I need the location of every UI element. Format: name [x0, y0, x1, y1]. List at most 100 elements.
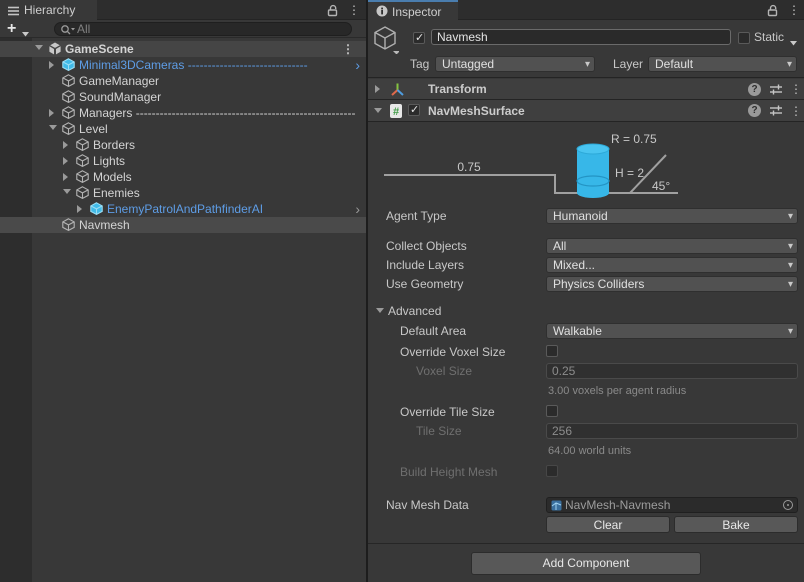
- hierarchy-row-soundmanager[interactable]: SoundManager: [0, 89, 366, 105]
- transform-help-icon[interactable]: ?: [748, 83, 761, 96]
- search-placeholder: All: [77, 22, 91, 36]
- override-tile-label: Override Tile Size: [400, 405, 495, 419]
- advanced-label: Advanced: [388, 304, 442, 318]
- row-label: Level: [79, 122, 108, 136]
- foldout-collapsed-icon[interactable]: [63, 141, 68, 149]
- hierarchy-row-minimal3dcameras[interactable]: Minimal3DCameras -----------------------…: [0, 57, 366, 73]
- foldout-expanded-icon[interactable]: [63, 189, 71, 194]
- override-voxel-row: Override Voxel Size: [368, 344, 804, 360]
- transform-header[interactable]: Transform ? ⋮: [368, 79, 804, 100]
- transform-icon: [390, 82, 405, 100]
- foldout-collapsed-icon[interactable]: [49, 61, 54, 69]
- tab-hierarchy[interactable]: Hierarchy: [0, 0, 97, 20]
- lock-icon[interactable]: [326, 4, 339, 20]
- override-tile-checkbox[interactable]: [546, 405, 558, 417]
- navmeshsurface-enabled-checkbox[interactable]: [408, 103, 420, 116]
- override-voxel-checkbox[interactable]: [546, 345, 558, 357]
- use-geometry-dropdown[interactable]: Physics Colliders: [546, 276, 798, 292]
- tab-inspector[interactable]: Inspector: [368, 0, 458, 20]
- layer-value: Default: [655, 57, 694, 71]
- row-label: Borders: [93, 138, 136, 152]
- clear-button[interactable]: Clear: [546, 516, 670, 533]
- static-checkbox[interactable]: [738, 32, 750, 44]
- hierarchy-row-models[interactable]: Models: [0, 169, 366, 185]
- row-label: Minimal3DCameras -----------------------…: [79, 58, 308, 72]
- layer-dropdown[interactable]: Default: [648, 56, 797, 72]
- default-area-value: Walkable: [553, 324, 602, 338]
- collect-objects-row: Collect Objects All: [368, 238, 804, 254]
- tile-size-field[interactable]: 256: [546, 423, 798, 439]
- prefab-open-chevron-icon[interactable]: ›: [355, 57, 360, 73]
- gameobject-cube-icon[interactable]: [373, 26, 400, 57]
- gameobject-cube-icon: [62, 122, 75, 137]
- navmeshsurface-header[interactable]: # NavMeshSurface ? ⋮: [368, 100, 804, 122]
- hierarchy-menu-icon[interactable]: ⋮: [348, 3, 360, 17]
- bake-button[interactable]: Bake: [674, 516, 798, 533]
- hierarchy-tab-label: Hierarchy: [24, 3, 76, 17]
- include-layers-dropdown[interactable]: Mixed...: [546, 257, 798, 273]
- navmeshsurface-script-icon: #: [389, 103, 403, 122]
- use-geometry-label: Use Geometry: [386, 277, 464, 291]
- svg-text:#: #: [393, 106, 399, 118]
- foldout-collapsed-icon[interactable]: [77, 205, 82, 213]
- nav-mesh-data-field[interactable]: NavMesh-Navmesh: [546, 497, 798, 513]
- gameobject-name-field[interactable]: Navmesh: [431, 29, 731, 45]
- build-height-mesh-row: Build Height Mesh: [368, 464, 804, 480]
- foldout-expanded-icon[interactable]: [49, 125, 57, 130]
- static-caret-icon[interactable]: [790, 35, 798, 49]
- transform-presets-icon[interactable]: [769, 83, 783, 99]
- hierarchy-row-lights[interactable]: Lights: [0, 153, 366, 169]
- search-input[interactable]: All: [54, 22, 352, 36]
- hierarchy-row-gamemanager[interactable]: GameManager: [0, 73, 366, 89]
- navmeshsurface-help-icon[interactable]: ?: [748, 104, 761, 117]
- voxel-size-field[interactable]: 0.25: [546, 363, 798, 379]
- prefab-open-chevron-icon[interactable]: ›: [355, 201, 360, 217]
- add-object-button[interactable]: +: [7, 20, 16, 37]
- row-label: Lights: [93, 154, 126, 168]
- hierarchy-row-managers[interactable]: Managers -------------------------------…: [0, 105, 366, 121]
- info-icon: [376, 5, 388, 20]
- navmeshsurface-foldout-icon[interactable]: [374, 108, 382, 113]
- voxel-size-row: Voxel Size 0.25: [368, 363, 804, 379]
- foldout-collapsed-icon[interactable]: [63, 173, 68, 181]
- foldout-expanded-icon[interactable]: [35, 45, 43, 50]
- gameobject-cube-icon: [62, 74, 75, 89]
- active-checkbox[interactable]: [413, 31, 425, 44]
- inspector-lock-icon[interactable]: [766, 4, 779, 20]
- scene-menu-icon[interactable]: ⋮: [342, 41, 354, 57]
- hierarchy-list-icon: [8, 5, 20, 19]
- hierarchy-row-gamescene[interactable]: GameScene ⋮: [0, 41, 366, 57]
- tile-size-row: Tile Size 256: [368, 423, 804, 439]
- default-area-dropdown[interactable]: Walkable: [546, 323, 798, 339]
- add-component-button[interactable]: Add Component: [471, 552, 701, 575]
- layer-label: Layer: [613, 57, 644, 71]
- transform-foldout-icon[interactable]: [375, 85, 380, 93]
- build-height-mesh-checkbox[interactable]: [546, 465, 558, 477]
- hierarchy-row-navmesh[interactable]: Navmesh: [0, 217, 366, 233]
- navmeshsurface-menu-icon[interactable]: ⋮: [790, 104, 802, 118]
- default-area-label: Default Area: [400, 324, 467, 338]
- object-picker-icon[interactable]: [783, 500, 793, 510]
- agent-type-dropdown[interactable]: Humanoid: [546, 208, 798, 224]
- include-layers-label: Include Layers: [386, 258, 465, 272]
- tag-dropdown[interactable]: Untagged: [435, 56, 595, 72]
- hierarchy-row-borders[interactable]: Borders: [0, 137, 366, 153]
- foldout-collapsed-icon[interactable]: [63, 157, 68, 165]
- voxel-size-helper: 3.00 voxels per agent radius: [548, 385, 687, 397]
- hierarchy-row-enemies[interactable]: Enemies: [0, 185, 366, 201]
- foldout-collapsed-icon[interactable]: [49, 109, 54, 117]
- collect-objects-dropdown[interactable]: All: [546, 238, 798, 254]
- hierarchy-row-enemypatrolandpathfinderai[interactable]: EnemyPatrolAndPathfinderAI ›: [0, 201, 366, 217]
- row-label: SoundManager: [79, 90, 162, 104]
- inspector-menu-icon[interactable]: ⋮: [788, 3, 800, 17]
- unity-scene-icon: [48, 42, 62, 57]
- advanced-foldout[interactable]: Advanced: [368, 303, 804, 319]
- use-geometry-value: Physics Colliders: [553, 277, 645, 291]
- override-tile-row: Override Tile Size: [368, 404, 804, 420]
- hierarchy-tabbar: Hierarchy ⋮: [0, 0, 366, 20]
- gameobject-cube-icon: [76, 138, 89, 153]
- navmeshsurface-presets-icon[interactable]: [769, 104, 783, 120]
- transform-menu-icon[interactable]: ⋮: [790, 82, 802, 96]
- hierarchy-row-level[interactable]: Level: [0, 121, 366, 137]
- tile-size-label: Tile Size: [416, 424, 462, 438]
